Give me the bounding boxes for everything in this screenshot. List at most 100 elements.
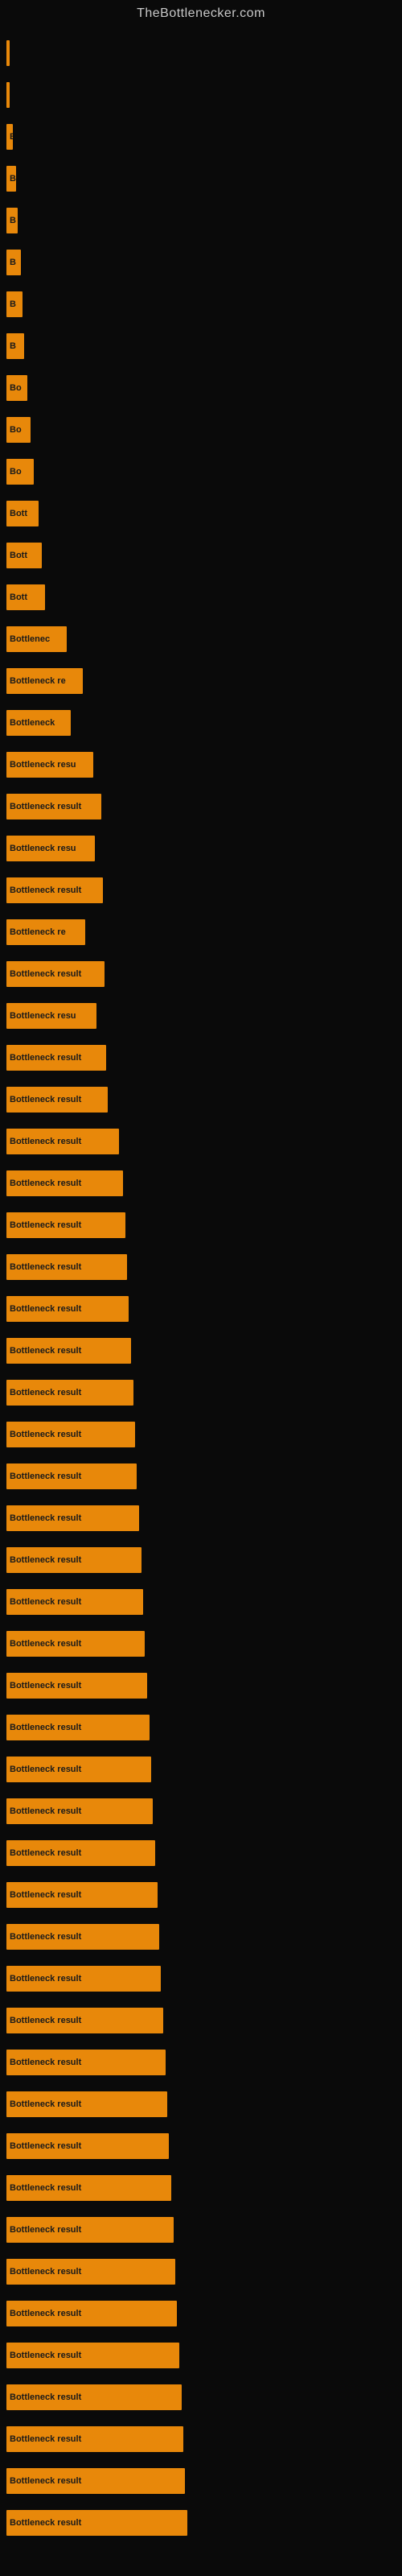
bar-row: Bottleneck result bbox=[6, 2502, 402, 2544]
bar-row: Bottleneck result bbox=[6, 1330, 402, 1372]
bar-label: Bottleneck resu bbox=[10, 844, 76, 853]
bar-label: Bottleneck result bbox=[10, 1555, 81, 1565]
bar-row: Bott bbox=[6, 535, 402, 576]
bar: Bottlenec bbox=[6, 626, 67, 652]
bar: Bottleneck resu bbox=[6, 836, 95, 861]
bar-row: Bott bbox=[6, 493, 402, 535]
bar-row: Bottleneck result bbox=[6, 2000, 402, 2041]
bar: Bottleneck result bbox=[6, 2301, 177, 2326]
bar: Bottleneck result bbox=[6, 2050, 166, 2075]
bar: B bbox=[6, 208, 18, 233]
bar: Bottleneck result bbox=[6, 2259, 175, 2285]
bar: Bottleneck resu bbox=[6, 752, 93, 778]
bar-label: Bo bbox=[10, 467, 22, 477]
bar: Bottleneck result bbox=[6, 1924, 159, 1950]
bar-row: Bottleneck result bbox=[6, 1958, 402, 2000]
bar-row: Bottleneck result bbox=[6, 1665, 402, 1707]
bar-row: Bottleneck resu bbox=[6, 828, 402, 869]
bar: Bottleneck result bbox=[6, 2008, 163, 2033]
bar-row: Bottleneck result bbox=[6, 1623, 402, 1665]
bar-row: Bottleneck re bbox=[6, 911, 402, 953]
bar-label: Bottleneck result bbox=[10, 2309, 81, 2318]
bar-label: Bottlenec bbox=[10, 634, 50, 644]
bar-label: Bottleneck result bbox=[10, 1388, 81, 1397]
bar: Bottleneck result bbox=[6, 1547, 142, 1573]
bar: Bott bbox=[6, 584, 45, 610]
bar-row: Bottleneck result bbox=[6, 1748, 402, 1790]
bar: Bottleneck result bbox=[6, 2133, 169, 2159]
bar-row: Bottleneck result bbox=[6, 1121, 402, 1162]
bar: B bbox=[6, 250, 21, 275]
bar-label: Bottleneck result bbox=[10, 1220, 81, 1230]
bar-row: Bottleneck result bbox=[6, 1581, 402, 1623]
bar-row: Bottleneck result bbox=[6, 1916, 402, 1958]
bar-label: Bottleneck result bbox=[10, 1765, 81, 1774]
bar: Bottleneck result bbox=[6, 2091, 167, 2117]
bar: Bottleneck result bbox=[6, 1463, 137, 1489]
bar-label: Bottleneck result bbox=[10, 1639, 81, 1649]
bar-label: Bottleneck result bbox=[10, 1723, 81, 1732]
bar-label: Bottleneck result bbox=[10, 2058, 81, 2067]
bar: Bottleneck result bbox=[6, 1840, 155, 1866]
bar bbox=[6, 82, 10, 108]
bar-label: Bottleneck result bbox=[10, 2141, 81, 2151]
bar-row: B bbox=[6, 283, 402, 325]
bar-row: Bottleneck result bbox=[6, 1414, 402, 1455]
bar: B bbox=[6, 124, 13, 150]
bar-label: Bottleneck result bbox=[10, 1681, 81, 1690]
bar-row: Bottleneck result bbox=[6, 1707, 402, 1748]
bar-label: Bottleneck resu bbox=[10, 760, 76, 770]
bar-row: Bottleneck result bbox=[6, 2125, 402, 2167]
bar-label: Bottleneck result bbox=[10, 2183, 81, 2193]
bar-label: Bottleneck result bbox=[10, 802, 81, 811]
bar-label: B bbox=[10, 174, 16, 184]
bar-row: B bbox=[6, 158, 402, 200]
bar: Bottleneck result bbox=[6, 1715, 150, 1740]
bar: Bottleneck result bbox=[6, 1631, 145, 1657]
bar-row: Bottleneck result bbox=[6, 2334, 402, 2376]
bar: Bottleneck result bbox=[6, 1589, 143, 1615]
bar-label: Bottleneck result bbox=[10, 1597, 81, 1607]
bar-label: B bbox=[10, 299, 16, 309]
bar-row: Bottleneck result bbox=[6, 1790, 402, 1832]
bar: Bottleneck result bbox=[6, 1882, 158, 1908]
bar-row: Bo bbox=[6, 367, 402, 409]
bar-label: Bottleneck result bbox=[10, 1513, 81, 1523]
bar: Bottleneck result bbox=[6, 1296, 129, 1322]
bar-row: Bottleneck bbox=[6, 702, 402, 744]
bar: Bottleneck re bbox=[6, 919, 85, 945]
bar: Bottleneck result bbox=[6, 794, 101, 819]
bar-row: Bottleneck result bbox=[6, 1497, 402, 1539]
bar-label: Bottleneck result bbox=[10, 1848, 81, 1858]
bar-row: B bbox=[6, 242, 402, 283]
bar-row: B bbox=[6, 200, 402, 242]
bar: Bottleneck result bbox=[6, 1170, 123, 1196]
bar: Bottleneck resu bbox=[6, 1003, 96, 1029]
site-title: TheBottlenecker.com bbox=[0, 0, 402, 24]
bar-label: Bott bbox=[10, 551, 27, 560]
bar: Bottleneck result bbox=[6, 2426, 183, 2452]
bar: Bottleneck result bbox=[6, 1380, 133, 1406]
bar-row: Bottleneck result bbox=[6, 1539, 402, 1581]
bar: B bbox=[6, 333, 24, 359]
bar-label: Bottleneck result bbox=[10, 2016, 81, 2025]
bar: Bottleneck result bbox=[6, 1045, 106, 1071]
bar: Bo bbox=[6, 459, 34, 485]
bar-label: B bbox=[10, 341, 16, 351]
bar-row: Bottleneck resu bbox=[6, 744, 402, 786]
bar: Bottleneck result bbox=[6, 1966, 161, 1992]
bar: B bbox=[6, 166, 16, 192]
bar-label: Bottleneck result bbox=[10, 1932, 81, 1942]
bar-row: Bottleneck result bbox=[6, 1288, 402, 1330]
bar bbox=[6, 40, 10, 66]
bar-label: Bo bbox=[10, 383, 22, 393]
bar: Bott bbox=[6, 543, 42, 568]
bar-row: Bottleneck result bbox=[6, 1037, 402, 1079]
bar-row: Bottleneck result bbox=[6, 2293, 402, 2334]
bar-row bbox=[6, 32, 402, 74]
bar: B bbox=[6, 291, 23, 317]
bar-row: Bottleneck result bbox=[6, 1832, 402, 1874]
bar-label: Bottleneck re bbox=[10, 676, 66, 686]
bar-label: Bottleneck resu bbox=[10, 1011, 76, 1021]
bar: Bottleneck result bbox=[6, 1422, 135, 1447]
